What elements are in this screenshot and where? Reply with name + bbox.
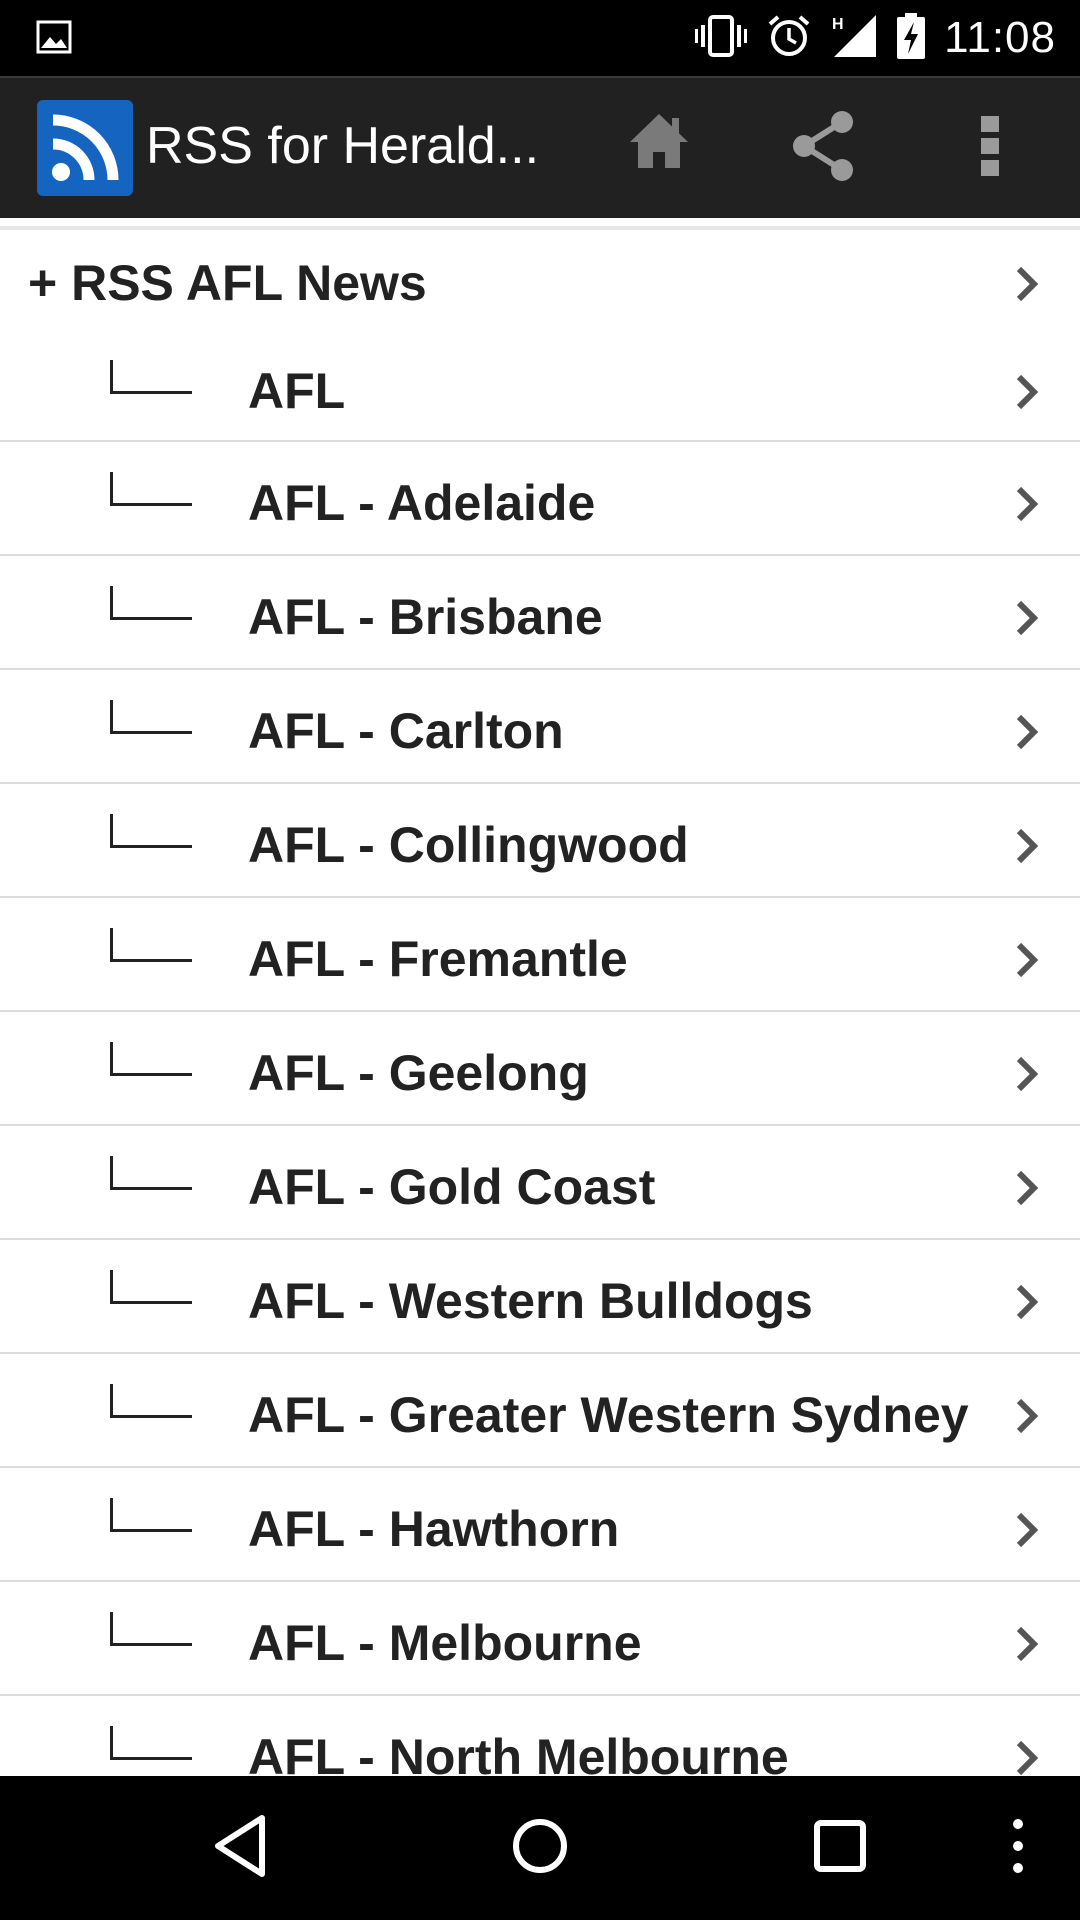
list-item[interactable]: AFL - Brisbane [0, 556, 1080, 670]
recents-icon[interactable] [812, 1812, 868, 1885]
chevron-right-icon [1014, 712, 1040, 757]
list-item-label: AFL - Hawthorn [248, 1501, 620, 1557]
tree-connector [110, 1156, 192, 1190]
home-icon[interactable] [626, 108, 692, 179]
list-item[interactable]: AFL - North Melbourne [0, 1696, 1080, 1776]
chevron-right-icon [1014, 826, 1040, 871]
rss-app-logo-icon[interactable] [37, 100, 133, 196]
list-item[interactable]: AFL - Melbourne [0, 1582, 1080, 1696]
list-item-label: AFL - Greater Western Sydney [248, 1387, 969, 1443]
list-item-label: AFL - Brisbane [248, 589, 603, 645]
gallery-icon [36, 20, 72, 59]
network-type-label: H [832, 16, 844, 33]
list-item[interactable]: AFL - Geelong [0, 1012, 1080, 1126]
battery-charging-icon [896, 12, 926, 65]
list-item[interactable]: AFL - Western Bulldogs [0, 1240, 1080, 1354]
chevron-right-icon [1014, 372, 1040, 417]
overflow-menu-icon[interactable] [978, 108, 1002, 189]
tree-connector [110, 700, 192, 734]
list-item[interactable]: AFL - Hawthorn [0, 1468, 1080, 1582]
group-header-rss-afl-news[interactable]: + RSS AFL News [0, 230, 1080, 330]
chevron-right-icon [1014, 1054, 1040, 1099]
list-item-label: AFL - Collingwood [248, 817, 689, 873]
tree-connector [110, 1042, 192, 1076]
list-item[interactable]: AFL - Collingwood [0, 784, 1080, 898]
list-item-label: AFL [248, 363, 346, 419]
tree-connector [110, 1498, 192, 1532]
status-bar: H 11:08 [0, 0, 1080, 76]
list-item[interactable]: AFL [0, 330, 1080, 442]
group-header-label: + RSS AFL News [28, 255, 427, 311]
list-item-label: AFL - North Melbourne [248, 1729, 789, 1776]
app-bar: RSS for Herald... [0, 76, 1080, 218]
tree-connector [110, 1612, 192, 1646]
list-item-label: AFL - Melbourne [248, 1615, 642, 1671]
signal-icon: H [830, 13, 878, 64]
list-item-label: AFL - Gold Coast [248, 1159, 656, 1215]
list-item-label: AFL - Carlton [248, 703, 564, 759]
chevron-right-icon [1014, 1396, 1040, 1441]
list-item-label: AFL - Adelaide [248, 475, 596, 531]
feed-list: + RSS AFL News AFL AFL - Adelaide AFL - … [0, 218, 1080, 1776]
chevron-right-icon [1014, 1510, 1040, 1555]
tree-connector [110, 360, 192, 394]
tree-connector [110, 472, 192, 506]
alarm-icon [766, 13, 812, 64]
tree-connector [110, 1384, 192, 1418]
list-item[interactable]: AFL - Adelaide [0, 442, 1080, 556]
list-item-label: AFL - Fremantle [248, 931, 628, 987]
home-circle-icon[interactable] [510, 1812, 570, 1885]
chevron-right-icon [1014, 1624, 1040, 1669]
app-title: RSS for Herald... [146, 117, 540, 175]
tree-connector [110, 928, 192, 962]
chevron-right-icon [1014, 264, 1040, 309]
status-time: 11:08 [944, 13, 1056, 62]
chevron-right-icon [1014, 598, 1040, 643]
list-item[interactable]: AFL - Fremantle [0, 898, 1080, 1012]
chevron-right-icon [1014, 1282, 1040, 1327]
menu-dots-icon[interactable] [1006, 1812, 1030, 1885]
list-item[interactable]: AFL - Carlton [0, 670, 1080, 784]
chevron-right-icon [1014, 1738, 1040, 1776]
list-item-label: AFL - Geelong [248, 1045, 589, 1101]
tree-connector [110, 1270, 192, 1304]
system-nav-bar [0, 1776, 1080, 1920]
vibrate-icon [694, 14, 748, 63]
back-icon[interactable] [210, 1812, 270, 1885]
tree-connector [110, 1726, 192, 1760]
chevron-right-icon [1014, 940, 1040, 985]
list-item[interactable]: AFL - Greater Western Sydney [0, 1354, 1080, 1468]
list-item[interactable]: AFL - Gold Coast [0, 1126, 1080, 1240]
tree-connector [110, 814, 192, 848]
chevron-right-icon [1014, 484, 1040, 529]
chevron-right-icon [1014, 1168, 1040, 1213]
list-item-label: AFL - Western Bulldogs [248, 1273, 813, 1329]
tree-connector [110, 586, 192, 620]
share-icon[interactable] [788, 108, 858, 189]
